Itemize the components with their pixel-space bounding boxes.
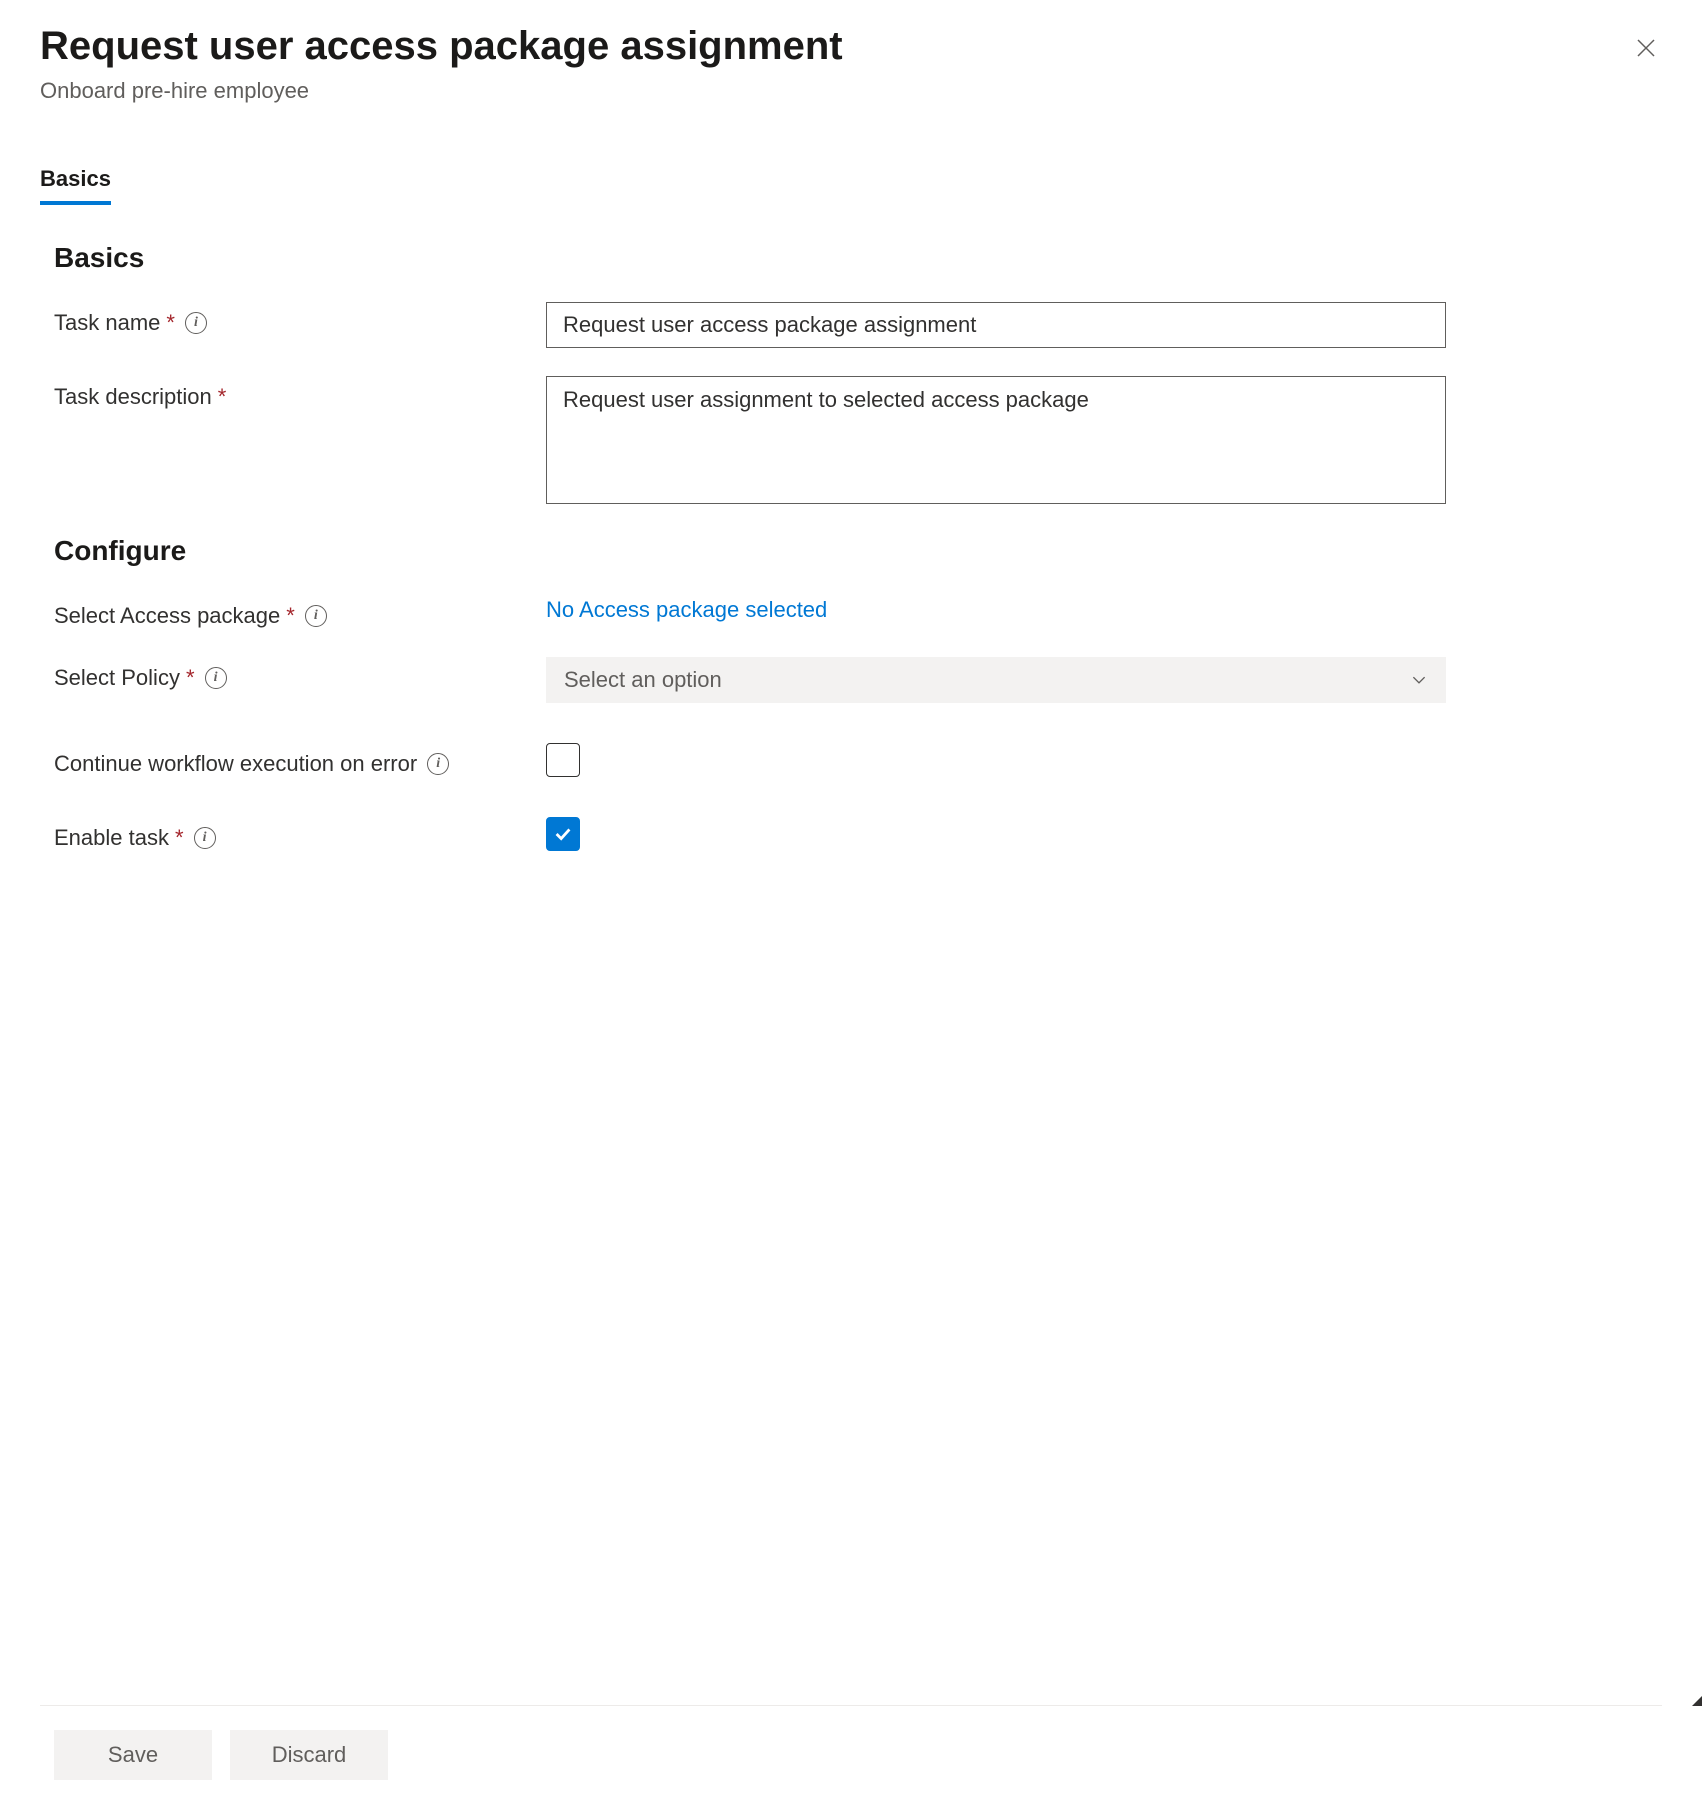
blade-subtitle: Onboard pre-hire employee — [40, 78, 1662, 104]
content-area: Basics Task name * Task description * Re… — [40, 204, 1662, 1705]
label-continue-on-error: Continue workflow execution on error — [54, 743, 546, 777]
section-configure-heading: Configure — [54, 535, 1662, 567]
tabs-row: Basics — [40, 156, 1662, 204]
label-select-policy: Select Policy * — [54, 657, 546, 691]
label-enable-task: Enable task * — [54, 817, 546, 851]
chevron-down-icon — [1410, 671, 1428, 689]
close-icon — [1634, 36, 1658, 60]
label-text: Enable task — [54, 825, 169, 851]
task-description-input[interactable]: Request user assignment to selected acce… — [546, 376, 1446, 504]
label-text: Continue workflow execution on error — [54, 751, 417, 777]
close-button[interactable] — [1630, 32, 1662, 64]
info-icon[interactable] — [205, 667, 227, 689]
scroll-indicator — [1692, 1696, 1702, 1706]
info-icon[interactable] — [427, 753, 449, 775]
footer-bar: Save Discard — [40, 1705, 1662, 1808]
required-marker: * — [186, 665, 195, 691]
dropdown-placeholder: Select an option — [564, 667, 722, 693]
label-text: Select Access package — [54, 603, 280, 629]
tab-label: Basics — [40, 166, 111, 191]
label-text: Task name — [54, 310, 160, 336]
info-icon[interactable] — [194, 827, 216, 849]
select-access-package-link[interactable]: No Access package selected — [546, 595, 827, 623]
blade-header: Request user access package assignment O… — [40, 20, 1662, 116]
row-continue-on-error: Continue workflow execution on error — [54, 743, 1662, 777]
label-task-description: Task description * — [54, 376, 546, 410]
label-text: Task description — [54, 384, 212, 410]
row-task-description: Task description * Request user assignme… — [54, 376, 1662, 507]
label-text: Select Policy — [54, 665, 180, 691]
input-col-enable-task — [546, 817, 1446, 851]
required-marker: * — [218, 384, 227, 410]
info-icon[interactable] — [185, 312, 207, 334]
enable-task-checkbox[interactable] — [546, 817, 580, 851]
row-task-name: Task name * — [54, 302, 1662, 348]
task-name-input[interactable] — [546, 302, 1446, 348]
input-col-task-description: Request user assignment to selected acce… — [546, 376, 1446, 507]
blade-panel: Request user access package assignment O… — [0, 0, 1702, 1808]
input-col-continue-on-error — [546, 743, 1446, 777]
continue-on-error-checkbox[interactable] — [546, 743, 580, 777]
label-access-package: Select Access package * — [54, 595, 546, 629]
row-enable-task: Enable task * — [54, 817, 1662, 851]
tab-basics[interactable]: Basics — [40, 156, 111, 204]
discard-button[interactable]: Discard — [230, 1730, 388, 1780]
input-col-task-name — [546, 302, 1446, 348]
required-marker: * — [175, 825, 184, 851]
section-basics-heading: Basics — [54, 242, 1662, 274]
select-policy-dropdown[interactable]: Select an option — [546, 657, 1446, 703]
required-marker: * — [166, 310, 175, 336]
label-task-name: Task name * — [54, 302, 546, 336]
save-button[interactable]: Save — [54, 1730, 212, 1780]
required-marker: * — [286, 603, 295, 629]
row-select-policy: Select Policy * Select an option — [54, 657, 1662, 703]
input-col-access-package: No Access package selected — [546, 595, 1446, 623]
row-access-package: Select Access package * No Access packag… — [54, 595, 1662, 629]
check-icon — [552, 823, 574, 845]
info-icon[interactable] — [305, 605, 327, 627]
input-col-select-policy: Select an option — [546, 657, 1446, 703]
blade-title: Request user access package assignment — [40, 20, 1662, 72]
